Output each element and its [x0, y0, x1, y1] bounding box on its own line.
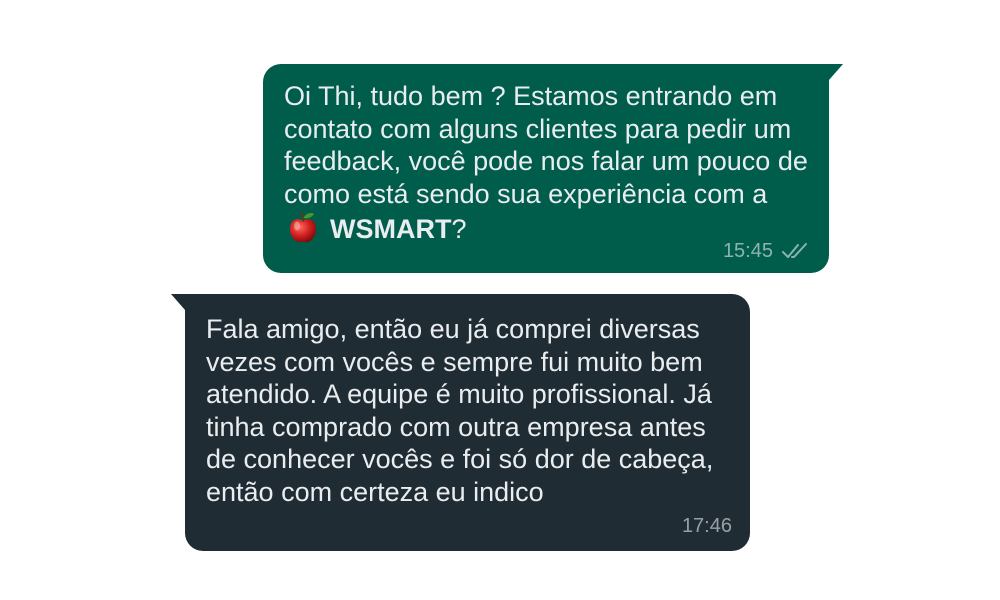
message-text: Fala amigo, então eu já comprei diversas… — [206, 314, 714, 507]
apple-icon — [286, 210, 320, 252]
outgoing-message-bubble[interactable]: Oi Thi, tudo bem ? Estamos entrando em c… — [263, 64, 843, 273]
chat-conversation: Oi Thi, tudo bem ? Estamos entrando em c… — [0, 0, 1000, 600]
message-body: Oi Thi, tudo bem ? Estamos entrando em c… — [284, 81, 808, 209]
double-check-icon — [781, 241, 811, 261]
incoming-message-bubble[interactable]: Fala amigo, então eu já comprei diversas… — [171, 294, 750, 551]
message-time: 15:45 — [722, 240, 773, 262]
brand-name: WSMART — [330, 214, 452, 244]
message-time: 17:46 — [681, 515, 732, 537]
message-body-end: ? — [451, 214, 467, 244]
message-meta: 17:46 — [682, 516, 732, 536]
message-text: Oi Thi, tudo bem ? Estamos entrando em c… — [284, 80, 809, 252]
message-meta: 15:45 — [723, 241, 811, 261]
